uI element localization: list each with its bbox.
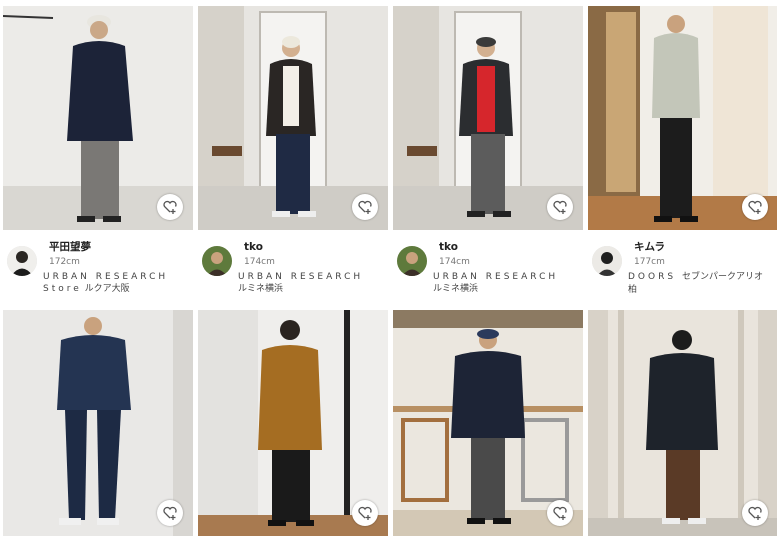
outfit-photo[interactable] xyxy=(198,6,388,230)
store-name: 柏 xyxy=(628,284,777,296)
favorite-button[interactable] xyxy=(157,194,183,220)
store-name-line2: ルクア大阪 xyxy=(84,284,130,294)
store-name-line1: Store xyxy=(43,284,82,294)
coordinate-card[interactable] xyxy=(198,310,388,536)
outfit-photo[interactable] xyxy=(588,6,777,230)
heart-plus-icon xyxy=(163,200,177,214)
staff-info[interactable]: tko 174cm URBAN RESEARCH ルミネ横浜 xyxy=(393,230,583,308)
brand-name: URBAN RESEARCH xyxy=(238,272,364,282)
staff-avatar[interactable] xyxy=(592,246,622,276)
heart-plus-icon xyxy=(163,506,177,520)
staff-height: 177cm xyxy=(634,257,665,267)
store-name: ルミネ横浜 xyxy=(238,283,388,295)
favorite-button[interactable] xyxy=(547,500,573,526)
favorite-button[interactable] xyxy=(352,500,378,526)
outfit-photo[interactable] xyxy=(198,310,388,536)
staff-height: 174cm xyxy=(439,257,470,267)
coordinate-card[interactable] xyxy=(393,310,583,536)
outfit-photo[interactable] xyxy=(393,310,583,536)
outfit-photo[interactable] xyxy=(393,6,583,230)
staff-avatar[interactable] xyxy=(202,246,232,276)
store-name-line1: セブンパークアリオ xyxy=(681,272,763,282)
favorite-button[interactable] xyxy=(742,500,768,526)
coordinate-card[interactable]: tko 174cm URBAN RESEARCH ルミネ横浜 xyxy=(393,6,583,308)
store-name: Store ルクア大阪 xyxy=(43,283,193,295)
outfit-photo[interactable] xyxy=(3,6,193,230)
outfit-photo[interactable] xyxy=(588,310,777,536)
brand-name: DOORS セブンパークアリオ xyxy=(628,271,777,283)
favorite-button[interactable] xyxy=(157,500,183,526)
coordinate-grid: 平田望夢 172cm URBAN RESEARCH Store ルクア大阪 tk… xyxy=(0,0,777,540)
heart-plus-icon xyxy=(553,200,567,214)
heart-plus-icon xyxy=(358,506,372,520)
staff-name[interactable]: 平田望夢 xyxy=(49,240,193,254)
store-name-line2: 柏 xyxy=(628,285,638,295)
brand-text: DOORS xyxy=(628,272,677,282)
coordinate-card[interactable]: 平田望夢 172cm URBAN RESEARCH Store ルクア大阪 xyxy=(3,6,193,308)
staff-info[interactable]: キムラ 177cm DOORS セブンパークアリオ 柏 xyxy=(588,230,777,308)
staff-avatar[interactable] xyxy=(7,246,37,276)
staff-name[interactable]: キムラ xyxy=(634,240,777,254)
outfit-photo[interactable] xyxy=(3,310,193,536)
heart-plus-icon xyxy=(358,200,372,214)
staff-avatar[interactable] xyxy=(397,246,427,276)
staff-info[interactable]: tko 174cm URBAN RESEARCH ルミネ横浜 xyxy=(198,230,388,308)
brand-name: URBAN RESEARCH xyxy=(433,272,559,282)
store-name: ルミネ横浜 xyxy=(433,283,583,295)
brand-name: URBAN RESEARCH xyxy=(43,272,169,282)
staff-info[interactable]: 平田望夢 172cm URBAN RESEARCH Store ルクア大阪 xyxy=(3,230,193,308)
staff-name[interactable]: tko xyxy=(244,240,388,254)
store-name-line2: ルミネ横浜 xyxy=(433,284,479,294)
favorite-button[interactable] xyxy=(547,194,573,220)
heart-plus-icon xyxy=(553,506,567,520)
staff-height: 174cm xyxy=(244,257,275,267)
heart-plus-icon xyxy=(748,200,762,214)
coordinate-card[interactable]: キムラ 177cm DOORS セブンパークアリオ 柏 xyxy=(588,6,777,308)
coordinate-card[interactable] xyxy=(3,310,193,536)
coordinate-card[interactable]: tko 174cm URBAN RESEARCH ルミネ横浜 xyxy=(198,6,388,308)
heart-plus-icon xyxy=(748,506,762,520)
store-name-line2: ルミネ横浜 xyxy=(238,284,284,294)
staff-height: 172cm xyxy=(49,257,80,267)
favorite-button[interactable] xyxy=(742,194,768,220)
coordinate-card[interactable] xyxy=(588,310,777,536)
staff-name[interactable]: tko xyxy=(439,240,583,254)
favorite-button[interactable] xyxy=(352,194,378,220)
